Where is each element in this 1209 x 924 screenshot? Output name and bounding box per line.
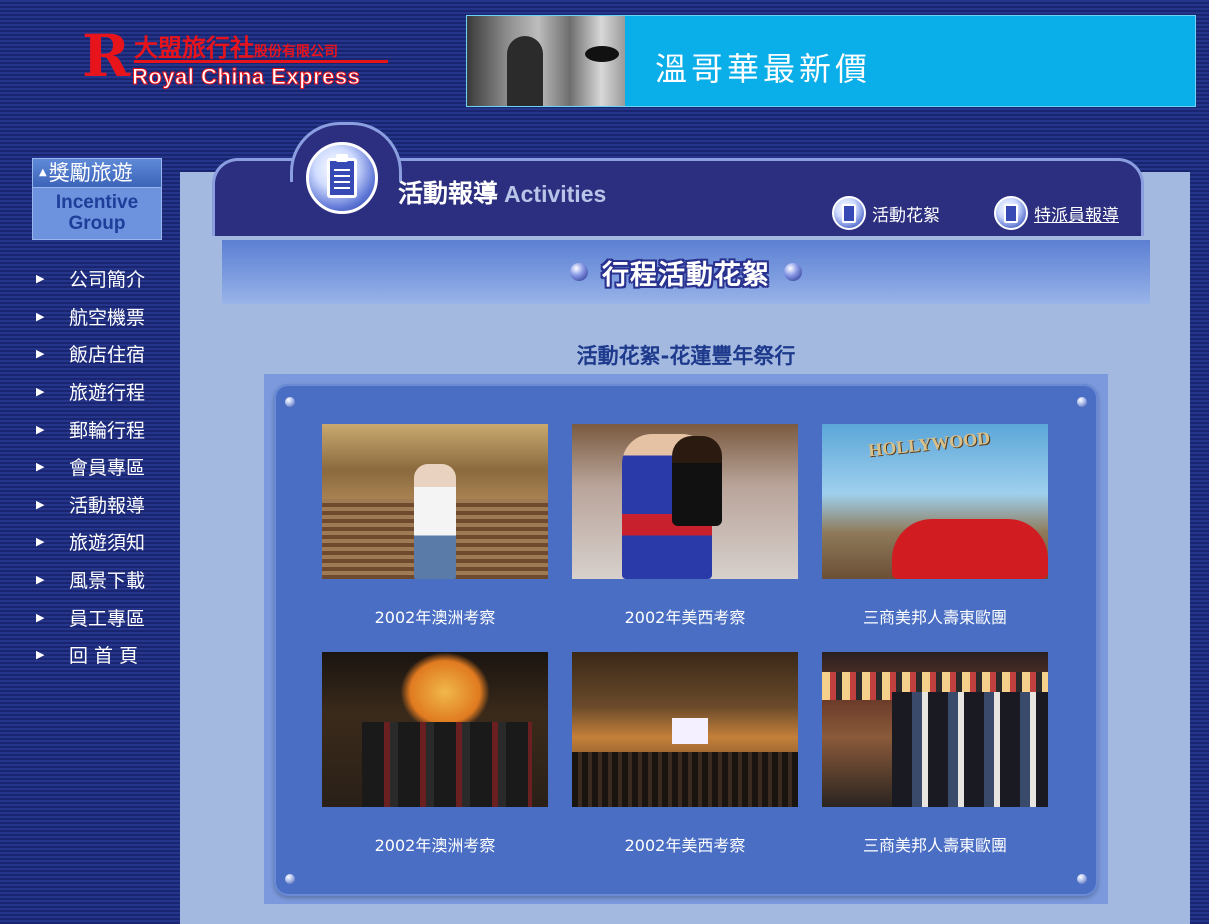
sidebar-item-staff[interactable]: ▶ 員工專區 bbox=[36, 598, 176, 636]
gallery-caption[interactable]: 2002年美西考察 bbox=[572, 832, 798, 856]
gallery-photo[interactable] bbox=[822, 652, 1048, 807]
triangle-right-icon: ▶ bbox=[36, 610, 45, 624]
gallery-photo[interactable] bbox=[822, 424, 1048, 579]
gallery-photo[interactable] bbox=[572, 652, 798, 807]
section-title: 行程活動花絮 bbox=[602, 259, 770, 291]
sidebar-item-company[interactable]: ▶ 公司簡介 bbox=[36, 260, 176, 298]
site-logo[interactable]: R 大盟旅行社股份有限公司 Royal China Express bbox=[78, 22, 398, 94]
gallery-title: 活動花絮-花蓮豐年祭行 bbox=[576, 344, 796, 368]
triangle-right-icon: ▶ bbox=[36, 497, 45, 511]
triangle-right-icon: ▶ bbox=[36, 309, 45, 323]
triangle-right-icon: ▶ bbox=[36, 385, 45, 399]
triangle-right-icon: ▶ bbox=[36, 535, 45, 549]
sidebar-item-air-tickets[interactable]: ▶ 航空機票 bbox=[36, 298, 176, 336]
triangle-up-icon: ▲ bbox=[39, 167, 47, 178]
sidebar-item-travel-notes[interactable]: ▶ 旅遊須知 bbox=[36, 523, 176, 561]
link-correspondent-reports[interactable]: 特派員報導 bbox=[994, 196, 1119, 230]
triangle-right-icon: ▶ bbox=[36, 460, 45, 474]
clipboard-icon bbox=[832, 196, 866, 230]
triangle-right-icon: ▶ bbox=[36, 272, 45, 286]
link-activity-highlights[interactable]: 活動花絮 bbox=[832, 196, 940, 230]
logo-divider bbox=[134, 60, 388, 63]
triangle-right-icon: ▶ bbox=[36, 648, 45, 662]
sidebar-item-tours[interactable]: ▶ 旅遊行程 bbox=[36, 373, 176, 411]
gallery-caption[interactable]: 三商美邦人壽東歐團 bbox=[822, 832, 1048, 856]
gallery-photo[interactable] bbox=[572, 424, 798, 579]
bullet-dot-icon bbox=[784, 263, 802, 281]
rivet-icon bbox=[1077, 874, 1087, 884]
bullet-dot-icon bbox=[570, 263, 588, 281]
banner-photo bbox=[467, 16, 625, 106]
triangle-right-icon: ▶ bbox=[36, 347, 45, 361]
gallery-caption[interactable]: 2002年美西考察 bbox=[572, 604, 798, 628]
triangle-right-icon: ▶ bbox=[36, 573, 45, 587]
sidebar-item-downloads[interactable]: ▶ 風景下載 bbox=[36, 561, 176, 599]
banner-text: 溫哥華最新價 bbox=[655, 50, 872, 88]
rivet-icon bbox=[285, 397, 295, 407]
sidebar-item-hotels[interactable]: ▶ 飯店住宿 bbox=[36, 335, 176, 373]
sidebar-item-cruises[interactable]: ▶ 郵輪行程 bbox=[36, 410, 176, 448]
page-title: 活動報導 Activities bbox=[398, 179, 607, 208]
gallery-caption[interactable]: 2002年澳洲考察 bbox=[322, 832, 548, 856]
section-title-bar: 行程活動花絮 bbox=[222, 240, 1150, 304]
promo-banner[interactable]: 溫哥華最新價 bbox=[466, 15, 1196, 107]
logo-r-icon: R bbox=[82, 22, 130, 90]
logo-english-name: Royal China Express bbox=[131, 64, 361, 90]
sidebar-item-home[interactable]: ▶ 回 首 頁 bbox=[36, 636, 176, 674]
sidebar-item-members[interactable]: ▶ 會員專區 bbox=[36, 448, 176, 486]
clipboard-icon bbox=[306, 142, 378, 214]
gallery-photo[interactable] bbox=[322, 424, 548, 579]
gallery-caption[interactable]: 三商美邦人壽東歐團 bbox=[822, 604, 1048, 628]
sidebar-menu: ▶ 公司簡介 ▶ 航空機票 ▶ 飯店住宿 ▶ 旅遊行程 ▶ 郵輪行程 ▶ 會員專區 ▶ 活動報… bbox=[36, 260, 176, 674]
sidebar: ▲獎勵旅遊 Incentive Group ▶ 公司簡介 ▶ 航空機票 ▶ 飯店住宿 … bbox=[0, 110, 180, 924]
clipboard-icon bbox=[994, 196, 1028, 230]
incentive-group-cn: ▲獎勵旅遊 bbox=[32, 158, 162, 188]
sidebar-item-activities[interactable]: ▶ 活動報導 bbox=[36, 486, 176, 524]
gallery-photo[interactable] bbox=[322, 652, 548, 807]
incentive-group-en: Incentive Group bbox=[32, 188, 162, 240]
incentive-group-button[interactable]: ▲獎勵旅遊 Incentive Group bbox=[32, 158, 162, 242]
gallery-caption[interactable]: 2002年澳洲考察 bbox=[322, 604, 548, 628]
logo-chinese-name: 大盟旅行社股份有限公司 bbox=[134, 33, 338, 62]
triangle-right-icon: ▶ bbox=[36, 422, 45, 436]
rivet-icon bbox=[285, 874, 295, 884]
rivet-icon bbox=[1077, 397, 1087, 407]
